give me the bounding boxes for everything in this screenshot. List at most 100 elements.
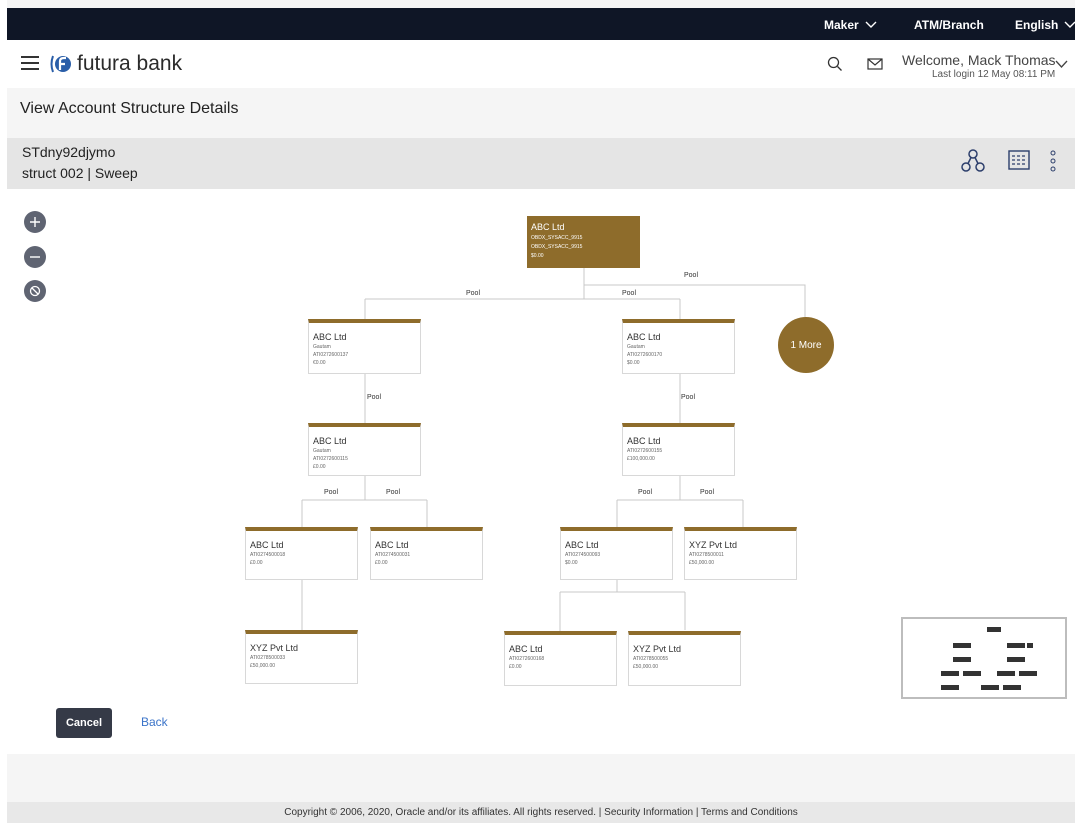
chevron-down-icon[interactable] [1055, 60, 1068, 69]
node-name: ABC Ltd [565, 540, 599, 550]
chevron-down-icon [865, 21, 877, 28]
structure-summary: STdny92djymo struct 002 | Sweep [7, 138, 1075, 189]
link-label: Pool [638, 489, 653, 496]
footer: Copyright © 2006, 2020, Oracle and/or it… [7, 802, 1075, 823]
node-line: ATI0272600155 [627, 448, 663, 454]
tree-node[interactable]: ABC Ltd ATI0274500018 £0.00 [245, 527, 358, 580]
node-name: ABC Ltd [627, 436, 661, 446]
node-line: £0.00 [313, 464, 326, 470]
node-line: £0.00 [509, 664, 522, 670]
header: futura bank Welcome, Mack Thomas Last lo… [7, 40, 1075, 88]
minimap-node [963, 671, 981, 676]
link-label: Pool [367, 394, 382, 401]
node-line: $0.00 [531, 253, 544, 259]
node-line: ATI0274500093 [565, 552, 601, 558]
node-line: ATI0274500018 [250, 552, 286, 558]
tree-view-icon[interactable] [961, 148, 985, 174]
menu-icon[interactable] [21, 56, 39, 70]
tree-node[interactable]: XYZ Pvt Ltd ATI0278500033 £50,000.00 [245, 630, 358, 684]
link-label: Pool [324, 489, 339, 496]
tree-node[interactable]: XYZ Pvt Ltd ATI0278500055 £50,000.00 [628, 631, 741, 686]
minimap-node [953, 657, 971, 662]
minimap-node [941, 671, 959, 676]
node-line: £50,000.00 [689, 560, 715, 566]
minimap-node [1019, 671, 1037, 676]
node-name: ABC Ltd [250, 540, 284, 550]
language-label: English [1015, 18, 1059, 32]
top-bar: Maker ATM/Branch English [7, 8, 1075, 40]
minimap-node [997, 671, 1015, 676]
node-line: £50,000.00 [250, 663, 276, 669]
more-options-icon[interactable] [1050, 150, 1056, 172]
more-nodes-button[interactable]: 1 More [778, 317, 834, 373]
node-name: ABC Ltd [313, 332, 347, 342]
node-line: Gautam [627, 344, 645, 350]
minimap-node [1027, 643, 1033, 648]
minimap-node [1007, 657, 1025, 662]
brand-mark-icon [50, 55, 71, 73]
node-line: ATI0274500031 [375, 552, 411, 558]
node-line: €0.00 [313, 360, 326, 366]
node-line: $0.00 [565, 560, 578, 566]
tree-node[interactable]: ABC Ltd Gautam ATI0272600115 £0.00 [308, 423, 421, 476]
link-label: Pool [684, 272, 699, 279]
tree-node[interactable]: ABC Ltd ATI0272600168 £0.00 [504, 631, 617, 686]
minimap-node [1003, 685, 1021, 690]
language-selector[interactable]: English [1015, 18, 1075, 32]
tree-node-root[interactable]: ABC Ltd OBDX_SYSACC_9915 OBDX_SYSACC_991… [527, 216, 640, 268]
link-label: Pool [700, 489, 715, 496]
welcome-text[interactable]: Welcome, Mack Thomas [902, 52, 1056, 68]
link-label: Pool [681, 394, 696, 401]
back-link[interactable]: Back [141, 715, 168, 729]
node-name: ABC Ltd [313, 436, 347, 446]
node-name: ABC Ltd [375, 540, 409, 550]
node-line: ATI0272600137 [313, 352, 349, 358]
role-selector[interactable]: Maker [824, 18, 877, 32]
minimap-node [953, 643, 971, 648]
node-name: XYZ Pvt Ltd [633, 644, 682, 654]
node-line: ATI0278500011 [689, 552, 724, 558]
chevron-down-icon [1064, 21, 1075, 28]
structure-id: STdny92djymo [22, 144, 116, 160]
location-selector[interactable]: ATM/Branch [914, 18, 984, 32]
node-line: $0.00 [627, 360, 640, 366]
mail-icon[interactable] [867, 56, 883, 72]
search-icon[interactable] [827, 56, 843, 72]
tree-node[interactable]: ABC Ltd ATI0274500031 £0.00 [370, 527, 483, 580]
node-line: £0.00 [250, 560, 263, 566]
structure-description: struct 002 | Sweep [22, 165, 138, 181]
node-line: ATI0272600170 [627, 352, 663, 358]
tree-node[interactable]: XYZ Pvt Ltd ATI0278500011 £50,000.00 [684, 527, 797, 580]
node-line: £50,000.00 [633, 664, 659, 670]
minimap-node [1007, 643, 1025, 648]
tree-node[interactable]: ABC Ltd Gautam ATI0272600170 $0.00 [622, 319, 735, 374]
link-label: Pool [622, 290, 637, 297]
minimap-node [941, 685, 959, 690]
brand-logo[interactable]: futura bank [49, 52, 182, 76]
node-line: ATI0272600115 [313, 456, 348, 462]
role-label: Maker [824, 18, 859, 32]
node-line: ATI0272600168 [509, 656, 545, 662]
page-title: View Account Structure Details [20, 100, 239, 117]
last-login-text: Last login 12 May 08:11 PM [932, 69, 1056, 80]
node-name: XYZ Pvt Ltd [689, 540, 738, 550]
node-line: ATI0278500033 [250, 655, 286, 661]
node-name: ABC Ltd [531, 222, 565, 232]
tree-node[interactable]: ABC Ltd Gautam ATI0272600137 €0.00 [308, 319, 421, 374]
node-name: ABC Ltd [627, 332, 661, 342]
node-line: Gautam [313, 344, 331, 350]
node-line: OBDX_SYSACC_9915 [531, 235, 583, 241]
structure-canvas[interactable]: Pool Pool Pool Pool Pool Pool Pool Pool … [7, 189, 1075, 754]
node-name: ABC Ltd [509, 644, 543, 654]
link-label: Pool [466, 290, 481, 297]
location-label: ATM/Branch [914, 18, 984, 32]
minimap[interactable] [901, 617, 1067, 699]
node-line: £0.00 [375, 560, 388, 566]
tree-node[interactable]: ABC Ltd ATI0272600155 £100,000.00 [622, 423, 735, 476]
minimap-node [987, 627, 1001, 632]
tree-node[interactable]: ABC Ltd ATI0274500093 $0.00 [560, 527, 673, 580]
table-view-icon[interactable] [1008, 150, 1030, 170]
cancel-button[interactable]: Cancel [56, 708, 112, 738]
node-line: £100,000.00 [627, 456, 655, 462]
node-line: OBDX_SYSACC_9915 [531, 244, 583, 250]
